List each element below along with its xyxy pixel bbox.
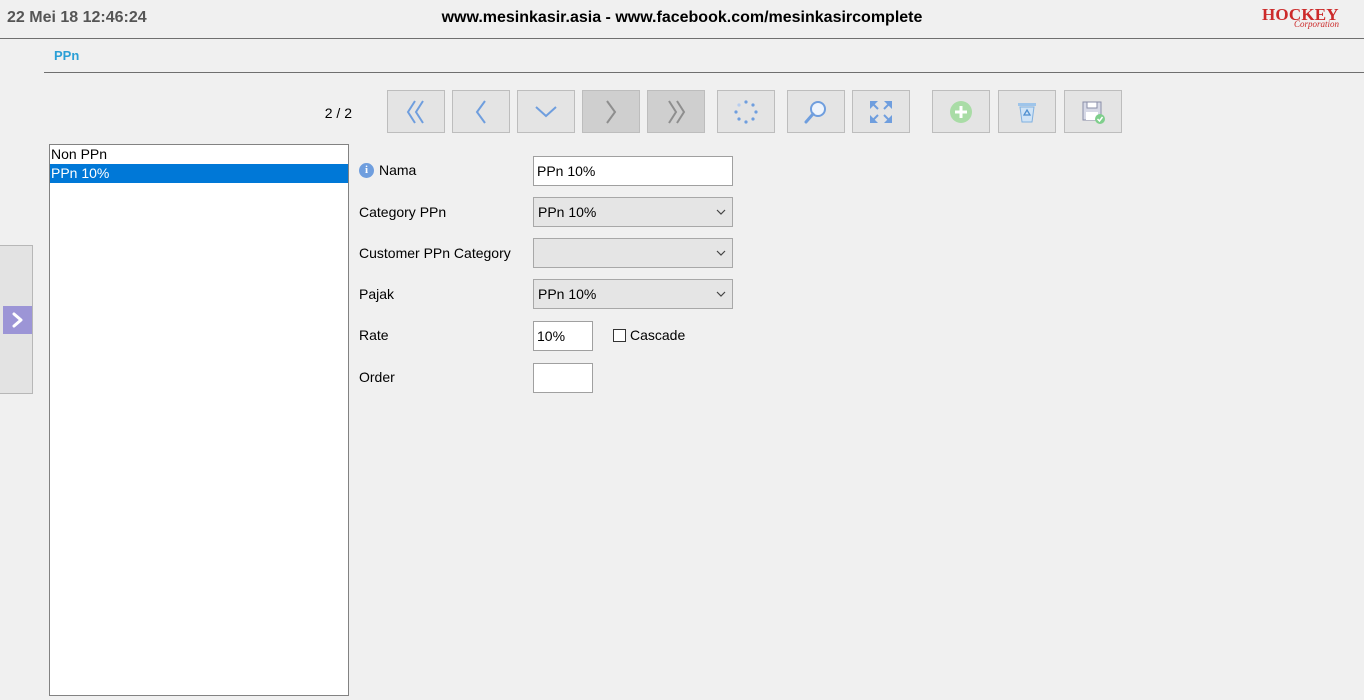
customer-ppn-category-select[interactable]	[533, 238, 733, 268]
chevron-right-icon	[606, 99, 617, 124]
first-record-button[interactable]	[387, 90, 445, 133]
record-counter: 2 / 2	[324, 105, 352, 121]
expand-button[interactable]	[852, 90, 910, 133]
delete-button[interactable]	[998, 90, 1056, 133]
order-label: Order	[359, 369, 395, 385]
chevron-down-icon	[716, 209, 726, 215]
pajak-label: Pajak	[359, 286, 395, 302]
list-item-non-ppn[interactable]: Non PPn	[50, 145, 348, 164]
recycle-bin-icon	[1018, 102, 1036, 122]
category-ppn-value: PPn 10%	[538, 204, 597, 220]
search-button[interactable]	[787, 90, 845, 133]
rate-input[interactable]	[533, 321, 593, 351]
tab-ppn[interactable]: PPn	[54, 48, 79, 63]
next-record-button[interactable]	[582, 90, 640, 133]
tab-divider	[44, 72, 1364, 73]
cascade-label: Cascade	[630, 327, 686, 343]
chevron-down-icon	[716, 291, 726, 297]
spinner-icon	[734, 99, 758, 124]
customer-ppn-category-label: Customer PPn Category	[359, 245, 511, 261]
cascade-checkbox[interactable]	[613, 329, 626, 342]
pajak-value: PPn 10%	[538, 286, 597, 302]
floppy-disk-icon	[1082, 101, 1105, 124]
side-expand-button[interactable]	[3, 306, 32, 334]
add-button[interactable]	[932, 90, 990, 133]
magnifier-icon	[804, 100, 826, 123]
top-bar: 22 Mei 18 12:46:24 www.mesinkasir.asia -…	[0, 0, 1364, 39]
double-chevron-left-icon	[406, 99, 424, 124]
brand-sub: Corporation	[1294, 19, 1340, 29]
record-list[interactable]: Non PPn PPn 10%	[49, 144, 349, 696]
chevron-down-icon	[716, 250, 726, 256]
pajak-select[interactable]: PPn 10%	[533, 279, 733, 309]
previous-record-button[interactable]	[452, 90, 510, 133]
nama-label: Nama	[379, 162, 417, 178]
category-ppn-select[interactable]: PPn 10%	[533, 197, 733, 227]
plus-circle-icon	[950, 100, 972, 123]
next-down-button[interactable]	[517, 90, 575, 133]
list-item-ppn-10[interactable]: PPn 10%	[50, 164, 348, 183]
expand-arrows-icon	[870, 100, 892, 123]
refresh-button[interactable]	[717, 90, 775, 133]
site-title: www.mesinkasir.asia - www.facebook.com/m…	[441, 9, 923, 26]
chevron-down-icon	[535, 105, 557, 117]
chevron-right-icon	[12, 312, 22, 328]
rate-label: Rate	[359, 327, 389, 343]
save-button[interactable]	[1064, 90, 1122, 133]
double-chevron-right-icon	[668, 99, 686, 124]
order-input[interactable]	[533, 363, 593, 393]
info-icon: i	[359, 163, 374, 178]
brand-logo: HOCKEY Corporation	[1262, 5, 1362, 31]
chevron-left-icon	[475, 99, 486, 124]
last-record-button[interactable]	[647, 90, 705, 133]
nama-input[interactable]	[533, 156, 733, 186]
category-ppn-label: Category PPn	[359, 204, 447, 220]
